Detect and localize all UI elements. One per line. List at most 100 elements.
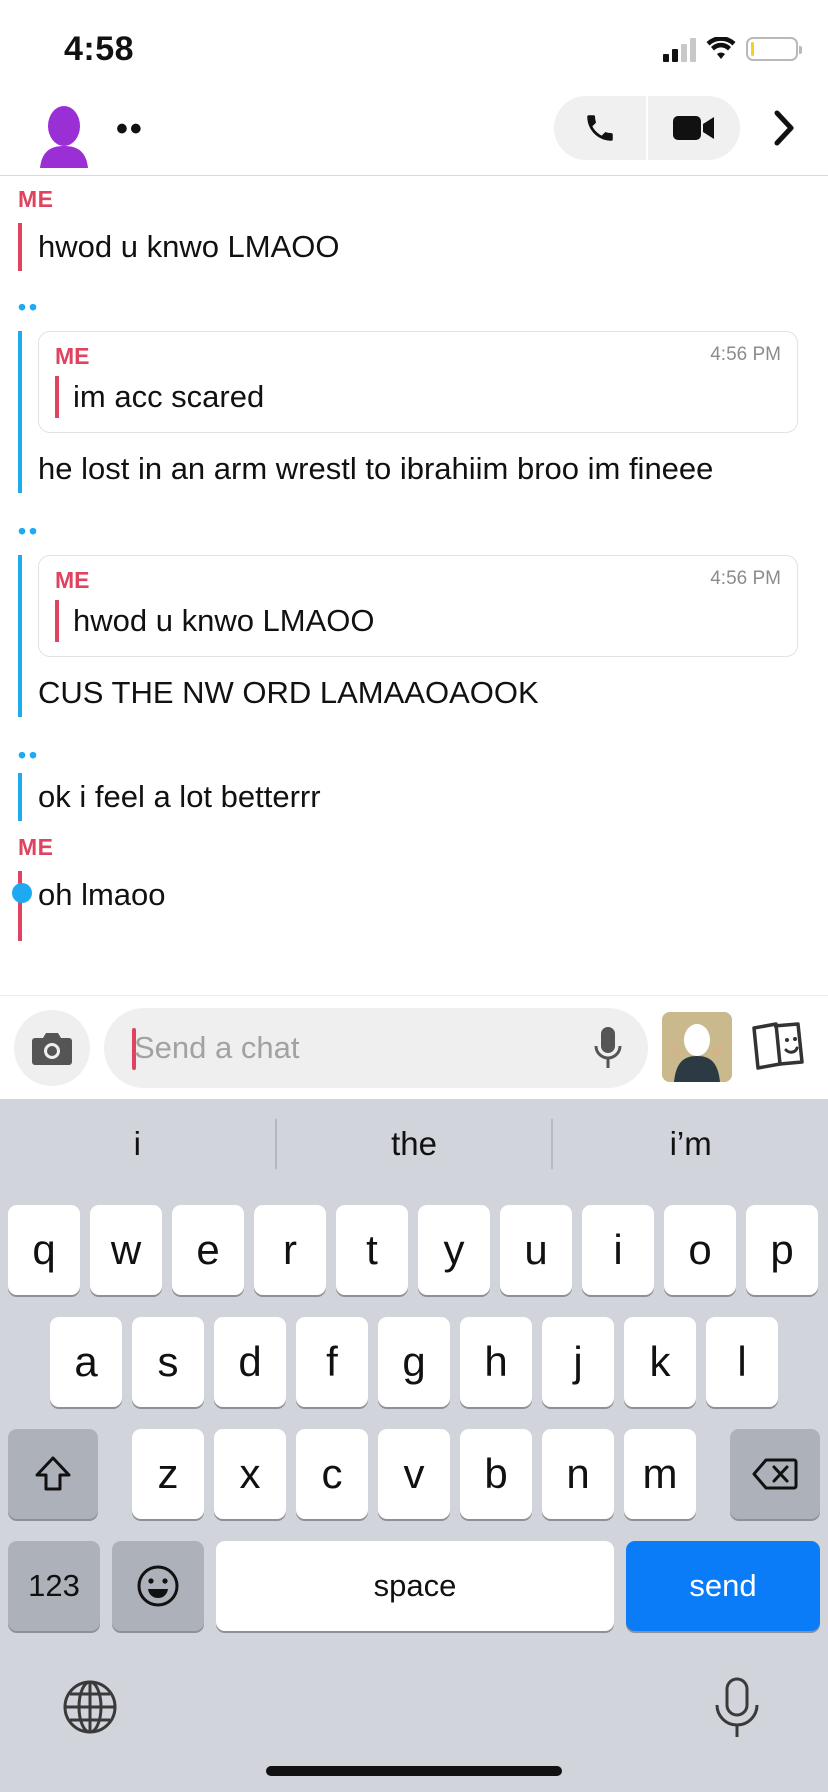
camera-button[interactable] xyxy=(14,1010,90,1086)
message-body: hwod u knwo LMAOO xyxy=(18,223,798,271)
message-body: ME 4:56 PM im acc scared he lost in an a… xyxy=(18,331,798,493)
send-key[interactable]: send xyxy=(626,1541,820,1631)
video-camera-icon xyxy=(673,116,714,140)
key-g[interactable]: g xyxy=(378,1317,450,1407)
numbers-key[interactable]: 123 xyxy=(8,1541,100,1631)
chat-input-bar xyxy=(0,995,828,1099)
message[interactable]: •• ok i feel a lot betterrr xyxy=(0,741,828,821)
phone-icon xyxy=(587,115,613,141)
chat-input[interactable] xyxy=(134,1008,574,1088)
emoji-key[interactable] xyxy=(112,1541,204,1631)
key-w[interactable]: w xyxy=(90,1205,162,1295)
message-list[interactable]: ME hwod u knwo LMAOO •• ME 4:56 PM im ac… xyxy=(0,177,828,995)
message-text: ok i feel a lot betterrr xyxy=(38,779,321,814)
wifi-icon xyxy=(706,37,736,59)
sticker-button[interactable] xyxy=(750,1018,806,1074)
message-text: hwod u knwo LMAOO xyxy=(38,229,340,264)
voice-note-button[interactable] xyxy=(586,1026,630,1072)
key-o[interactable]: o xyxy=(664,1205,736,1295)
suggestion-bar: i the i’m xyxy=(0,1099,828,1189)
status-bar: 4:58 xyxy=(0,0,828,96)
key-u[interactable]: u xyxy=(500,1205,572,1295)
chat-header: •• xyxy=(0,96,828,176)
key-b[interactable]: b xyxy=(460,1429,532,1519)
message[interactable]: ME hwod u knwo LMAOO xyxy=(0,185,828,271)
home-indicator[interactable] xyxy=(266,1766,562,1776)
message[interactable]: •• ME 4:56 PM im acc scared he lost in a… xyxy=(0,293,828,493)
key-d[interactable]: d xyxy=(214,1317,286,1407)
typing-indicator-dot xyxy=(12,883,32,903)
dictation-microphone-icon[interactable] xyxy=(712,1677,762,1739)
key-l[interactable]: l xyxy=(706,1317,778,1407)
key-y[interactable]: y xyxy=(418,1205,490,1295)
key-s[interactable]: s xyxy=(132,1317,204,1407)
key-h[interactable]: h xyxy=(460,1317,532,1407)
key-a[interactable]: a xyxy=(50,1317,122,1407)
sender-label: •• xyxy=(18,294,41,320)
chat-details-button[interactable] xyxy=(766,108,802,148)
key-n[interactable]: n xyxy=(542,1429,614,1519)
key-c[interactable]: c xyxy=(296,1429,368,1519)
key-e[interactable]: e xyxy=(172,1205,244,1295)
signal-icon xyxy=(663,36,696,62)
key-x[interactable]: x xyxy=(214,1429,286,1519)
key-f[interactable]: f xyxy=(296,1317,368,1407)
quoted-message[interactable]: ME 4:56 PM hwod u knwo LMAOO xyxy=(38,555,798,657)
key-m[interactable]: m xyxy=(624,1429,696,1519)
status-icons xyxy=(663,36,802,62)
key-p[interactable]: p xyxy=(746,1205,818,1295)
shift-key[interactable] xyxy=(8,1429,98,1519)
bitmoji-button[interactable] xyxy=(662,1012,732,1082)
voice-call-button[interactable] xyxy=(554,96,646,160)
chevron-right-icon xyxy=(774,110,794,146)
globe-icon[interactable] xyxy=(62,1679,118,1735)
suggestion-3[interactable]: i’m xyxy=(553,1119,828,1169)
microphone-icon xyxy=(594,1027,622,1068)
quote-text: hwod u knwo LMAOO xyxy=(55,600,783,642)
quote-sender: ME xyxy=(55,343,90,369)
quote-sender: ME xyxy=(55,567,90,593)
battery-level xyxy=(751,42,755,56)
quote-timestamp: 4:56 PM xyxy=(710,344,781,365)
sticker-icon xyxy=(752,1022,804,1070)
key-t[interactable]: t xyxy=(336,1205,408,1295)
quote-text: im acc scared xyxy=(55,376,783,418)
quoted-message[interactable]: ME 4:56 PM im acc scared xyxy=(38,331,798,433)
keyboard: i the i’m q w e r t y u i o p a s d f g … xyxy=(0,1099,828,1792)
message-body: oh lmaoo xyxy=(18,871,798,941)
key-z[interactable]: z xyxy=(132,1429,204,1519)
message[interactable]: ME oh lmaoo xyxy=(0,833,828,941)
message-text: CUS THE NW ORD LAMAAOAOOK xyxy=(38,675,539,710)
call-buttons xyxy=(554,96,740,160)
chat-input-container[interactable] xyxy=(104,1008,648,1088)
friend-name[interactable]: •• xyxy=(116,110,144,149)
message[interactable]: •• ME 4:56 PM hwod u knwo LMAOO CUS THE … xyxy=(0,517,828,717)
sender-label: ME xyxy=(18,186,54,212)
camera-icon xyxy=(32,1033,72,1065)
status-time: 4:58 xyxy=(64,30,135,68)
key-j[interactable]: j xyxy=(542,1317,614,1407)
video-call-button[interactable] xyxy=(648,96,740,160)
sender-label: •• xyxy=(18,518,41,544)
message-body: ME 4:56 PM hwod u knwo LMAOO CUS THE NW … xyxy=(18,555,798,717)
sender-label: ME xyxy=(18,834,54,860)
backspace-key[interactable] xyxy=(730,1429,820,1519)
emoji-icon xyxy=(137,1565,179,1607)
key-q[interactable]: q xyxy=(8,1205,80,1295)
message-text: he lost in an arm wrestl to ibrahiim bro… xyxy=(38,451,714,486)
key-v[interactable]: v xyxy=(378,1429,450,1519)
suggestion-1[interactable]: i xyxy=(0,1119,275,1169)
message-body: ok i feel a lot betterrr xyxy=(18,773,798,821)
avatar[interactable] xyxy=(38,104,90,168)
quote-timestamp: 4:56 PM xyxy=(710,568,781,589)
suggestion-2[interactable]: the xyxy=(277,1119,552,1169)
space-key[interactable]: space xyxy=(216,1541,614,1631)
sender-label: •• xyxy=(18,742,41,768)
key-i[interactable]: i xyxy=(582,1205,654,1295)
battery-icon xyxy=(746,37,802,61)
key-r[interactable]: r xyxy=(254,1205,326,1295)
backspace-icon xyxy=(752,1458,798,1490)
message-text: oh lmaoo xyxy=(38,877,166,912)
bitmoji-thumbnail xyxy=(662,1012,732,1082)
key-k[interactable]: k xyxy=(624,1317,696,1407)
